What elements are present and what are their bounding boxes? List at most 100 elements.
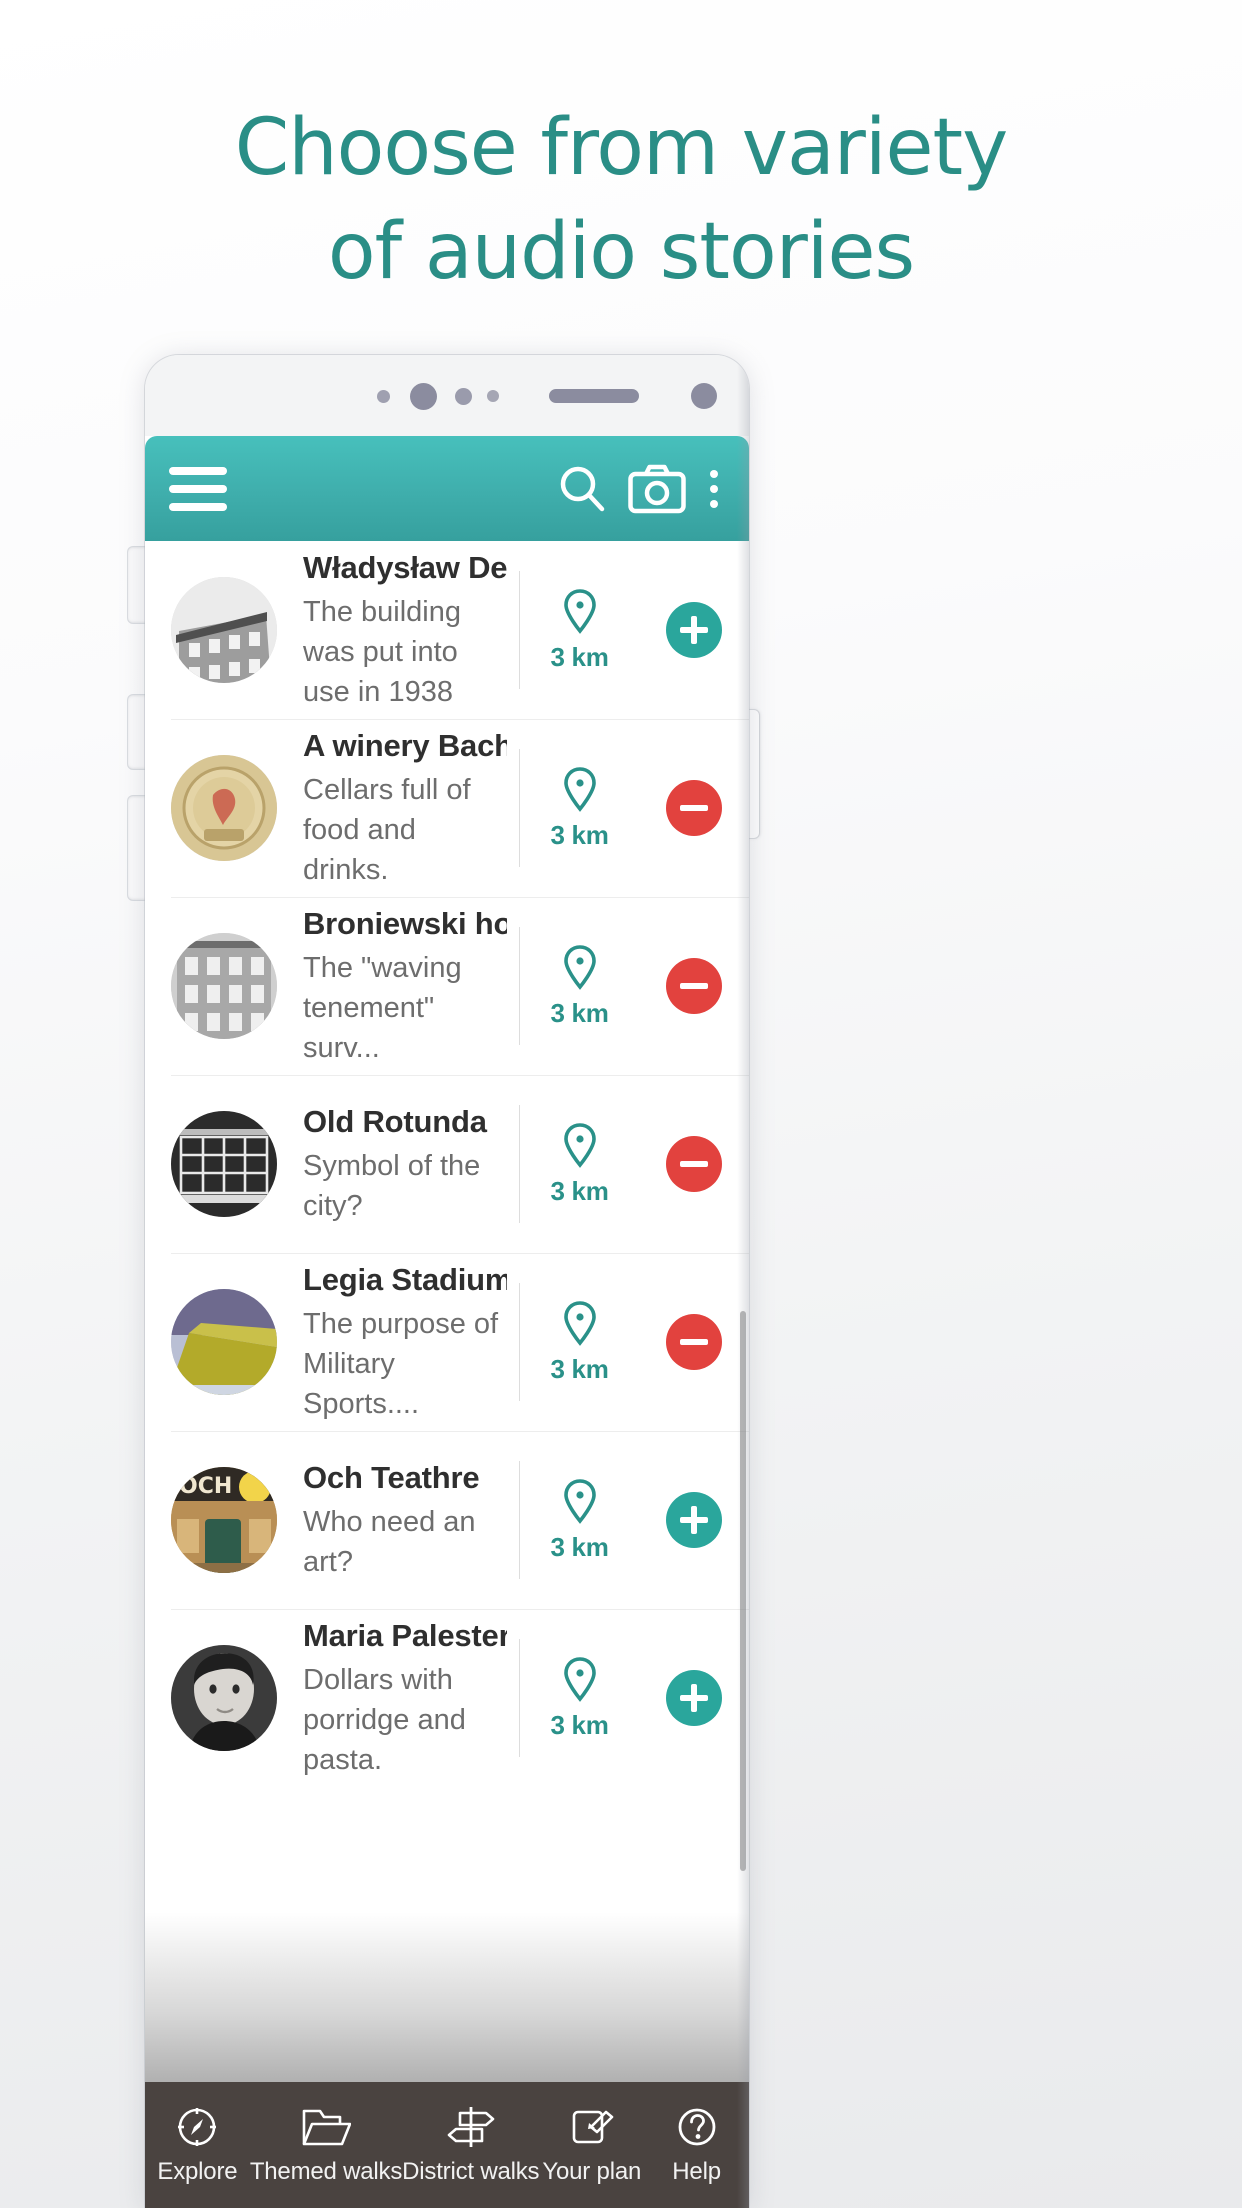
remove-from-plan-button[interactable] — [639, 958, 749, 1014]
nav-item-help[interactable]: Help — [644, 2082, 749, 2208]
nav-label: Themed walks — [249, 2158, 403, 2185]
distance-block: 3 km — [519, 749, 639, 867]
remove-from-plan-button[interactable] — [639, 780, 749, 836]
list-item[interactable]: A winery Bachus Cellars full of food and… — [145, 719, 749, 897]
add-to-plan-button[interactable] — [639, 1670, 749, 1726]
list-item-title: Old Rotunda — [303, 1103, 487, 1139]
phone-bezel — [145, 355, 749, 436]
app-screen: Władysław Demba... The building was put … — [145, 436, 749, 2208]
nav-label: Help — [672, 2158, 721, 2185]
distance-label: 3 km — [550, 1354, 609, 1384]
thumbnail-image — [171, 1289, 277, 1395]
distance-label: 3 km — [550, 1176, 609, 1206]
question-circle-icon — [675, 2104, 719, 2150]
thumbnail-image — [171, 577, 277, 683]
list-item-text: Władysław Demba... The building was put … — [277, 549, 519, 712]
phone-mockup: Władysław Demba... The building was put … — [145, 355, 749, 2208]
headline-line-1: Choose from variety — [234, 103, 1009, 193]
list-bottom-fade — [145, 1912, 749, 2082]
list-item-title: A winery Bachus — [303, 727, 507, 763]
thumbnail-image: OCH — [171, 1467, 277, 1573]
nav-item-district-walks[interactable]: District walks — [402, 2082, 540, 2208]
distance-block: 3 km — [519, 1461, 639, 1579]
distance-label: 3 km — [550, 820, 609, 850]
compass-icon — [175, 2104, 219, 2150]
scrollbar[interactable] — [740, 1311, 746, 1871]
plus-circle-icon — [666, 1670, 722, 1726]
distance-label: 3 km — [550, 1532, 609, 1562]
list-item[interactable]: Maria Palester house Dollars with porrid… — [145, 1609, 749, 1787]
thumbnail-image — [171, 1111, 277, 1217]
hamburger-menu-icon[interactable] — [169, 466, 227, 511]
map-pin-icon — [561, 587, 599, 640]
nav-label: Your plan — [542, 2158, 642, 2185]
list-item-text: Old Rotunda Symbol of the city? — [277, 1103, 519, 1226]
add-to-plan-button[interactable] — [639, 1492, 749, 1548]
nav-label: Explore — [157, 2158, 238, 2185]
minus-circle-icon — [666, 780, 722, 836]
list-item-subtitle: Dollars with porridge and pasta. — [303, 1663, 466, 1776]
thumbnail-image — [171, 755, 277, 861]
map-pin-icon — [561, 1655, 599, 1708]
distance-block: 3 km — [519, 1639, 639, 1757]
map-pin-icon — [561, 765, 599, 818]
sensor-dot-icon — [691, 382, 717, 409]
nav-item-explore[interactable]: Explore — [145, 2082, 250, 2208]
app-bar — [145, 436, 749, 541]
minus-circle-icon — [666, 958, 722, 1014]
list-item-title: Och Teathre — [303, 1459, 480, 1495]
earpiece-speaker-icon — [549, 388, 639, 403]
signpost-icon — [446, 2104, 496, 2150]
thumbnail-image — [171, 933, 277, 1039]
list-item-title: Legia Stadium — [303, 1261, 507, 1297]
page-title: Choose from variety of audio stories — [0, 96, 1242, 304]
front-camera-icon — [410, 382, 437, 410]
sensor-dot-icon — [377, 389, 390, 403]
distance-block: 3 km — [519, 1105, 639, 1223]
add-to-plan-button[interactable] — [639, 602, 749, 658]
remove-from-plan-button[interactable] — [639, 1136, 749, 1192]
remove-from-plan-button[interactable] — [639, 1314, 749, 1370]
distance-block: 3 km — [519, 1283, 639, 1401]
list-item[interactable]: Władysław Demba... The building was put … — [145, 541, 749, 719]
sensor-dot-icon — [455, 387, 472, 405]
list-item-text: A winery Bachus Cellars full of food and… — [277, 727, 519, 890]
list-item-text: Maria Palester house Dollars with porrid… — [277, 1617, 519, 1780]
distance-label: 3 km — [550, 642, 609, 672]
map-pin-icon — [561, 943, 599, 996]
sensor-dot-icon — [487, 389, 499, 402]
list-item-text: Legia Stadium The purpose of Military Sp… — [277, 1261, 519, 1424]
camera-icon[interactable] — [627, 459, 687, 519]
list-item[interactable]: Broniewski house The "waving tenement" s… — [145, 897, 749, 1075]
list-item-title: Broniewski house — [303, 905, 507, 941]
list-item[interactable]: Old Rotunda Symbol of the city? 3 km — [145, 1075, 749, 1253]
map-pin-icon — [561, 1299, 599, 1352]
map-pin-icon — [561, 1477, 599, 1530]
minus-circle-icon — [666, 1136, 722, 1192]
list-item-subtitle: Symbol of the city? — [303, 1149, 481, 1222]
list-item-subtitle: The purpose of Military Sports.... — [303, 1307, 499, 1420]
map-pin-icon — [561, 1121, 599, 1174]
kebab-menu-icon[interactable] — [697, 459, 731, 519]
list-item-title: Maria Palester house — [303, 1617, 507, 1653]
edit-square-icon — [569, 2104, 615, 2150]
folder-icon — [301, 2104, 351, 2150]
search-icon[interactable] — [553, 459, 613, 519]
bottom-navigation: Explore Themed walks District walks Your… — [145, 2082, 749, 2208]
list-item-subtitle: Who need an art? — [303, 1505, 476, 1578]
distance-label: 3 km — [550, 998, 609, 1028]
nav-item-themed-walks[interactable]: Themed walks — [250, 2082, 402, 2208]
nav-item-your-plan[interactable]: Your plan — [539, 2082, 644, 2208]
list-item[interactable]: OCH Och Teathre Who need an art? 3 km — [145, 1431, 749, 1609]
plus-circle-icon — [666, 1492, 722, 1548]
distance-block: 3 km — [519, 571, 639, 689]
nav-label: District walks — [402, 2158, 540, 2185]
list-item-text: Broniewski house The "waving tenement" s… — [277, 905, 519, 1068]
poi-list[interactable]: Władysław Demba... The building was put … — [145, 541, 749, 2082]
distance-block: 3 km — [519, 927, 639, 1045]
headline-line-2: of audio stories — [327, 207, 915, 297]
list-item[interactable]: Legia Stadium The purpose of Military Sp… — [145, 1253, 749, 1431]
minus-circle-icon — [666, 1314, 722, 1370]
plus-circle-icon — [666, 602, 722, 658]
list-item-subtitle: Cellars full of food and drinks. — [303, 773, 471, 886]
